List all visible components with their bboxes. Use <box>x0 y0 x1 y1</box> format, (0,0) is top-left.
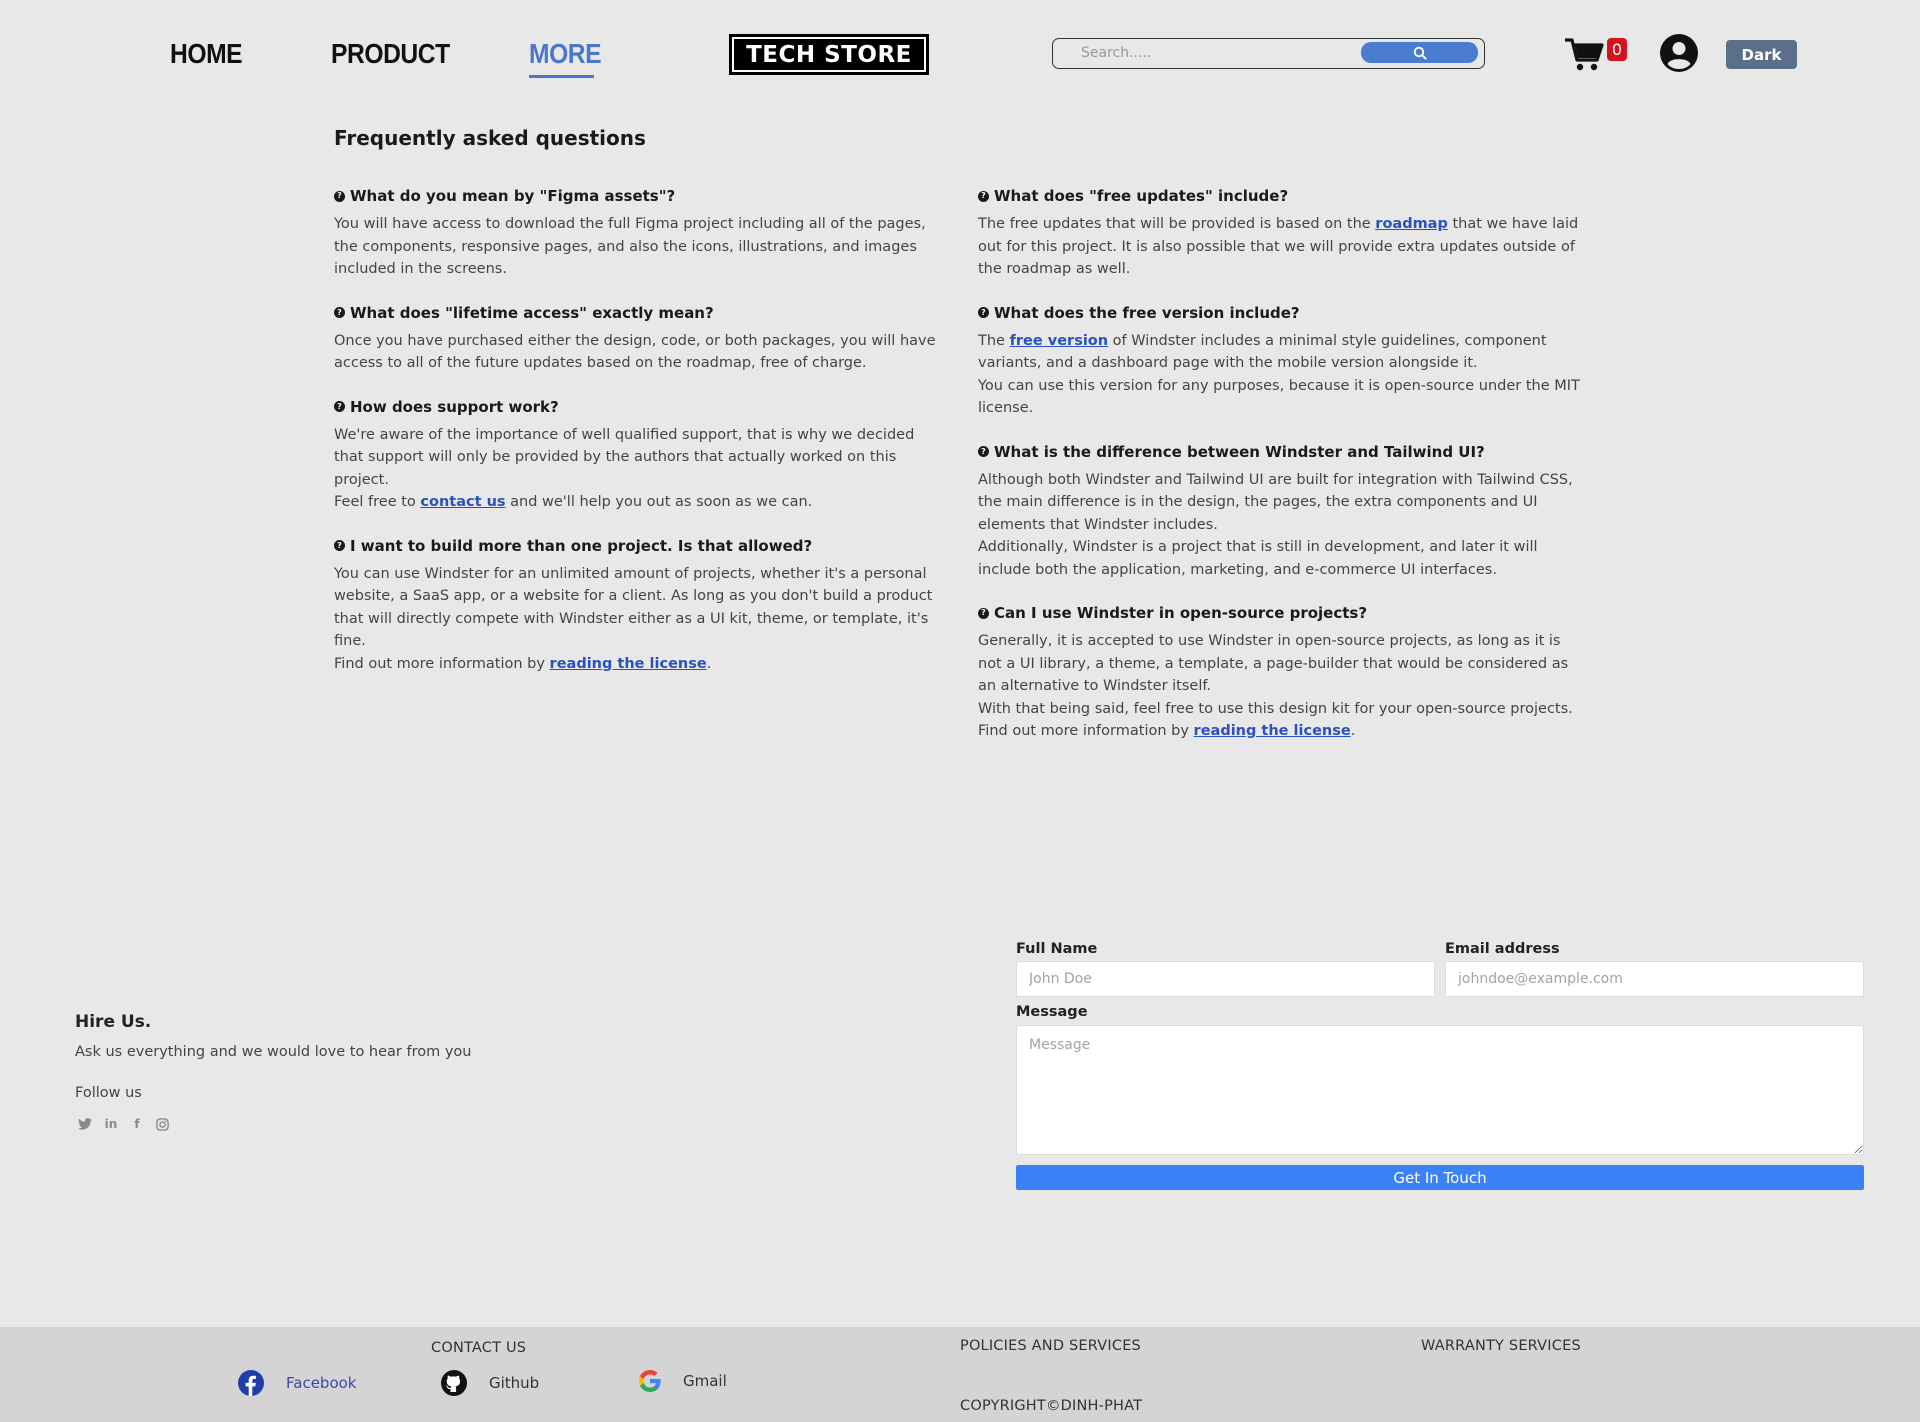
faq-question: What does the free version include? <box>994 303 1300 322</box>
hire-subtitle: Ask us everything and we would love to h… <box>75 1044 472 1060</box>
faq-question: I want to build more than one project. I… <box>350 536 813 555</box>
gmail-label: Gmail <box>683 1372 727 1390</box>
search-button[interactable] <box>1361 42 1478 63</box>
cart-icon[interactable] <box>1564 36 1604 72</box>
instagram-icon[interactable] <box>156 1117 169 1131</box>
policies-link[interactable]: POLICIES AND SERVICES <box>960 1338 1141 1354</box>
facebook-link[interactable]: Facebook <box>238 1370 356 1396</box>
question-icon: ? <box>978 446 989 457</box>
email-input[interactable] <box>1445 961 1864 997</box>
faq-item: ? What does "lifetime access" exactly mea… <box>334 303 939 375</box>
license-link[interactable]: reading the license <box>550 656 707 672</box>
message-textarea[interactable] <box>1016 1025 1864 1155</box>
github-label: Github <box>489 1374 540 1392</box>
question-icon: ? <box>978 307 989 318</box>
email-label: Email address <box>1445 941 1560 957</box>
faq-answer: With that being said, feel free to use t… <box>978 700 1573 717</box>
faq-question: What do you mean by "Figma assets"? <box>350 187 676 205</box>
footer: CONTACT US Facebook Github Gmail POLICIE… <box>0 1327 1920 1422</box>
faq-item: ? What do you mean by "Figma assets"? You… <box>334 186 939 281</box>
faq-answer: You can use Windster for an unlimited am… <box>334 565 933 650</box>
follow-us-label: Follow us <box>75 1085 142 1101</box>
get-in-touch-button[interactable]: Get In Touch <box>1016 1165 1864 1190</box>
faq-answer: Once you have purchased either the desig… <box>334 332 936 372</box>
question-icon: ? <box>334 307 345 318</box>
faq-question: What does "free updates" include? <box>994 187 1289 205</box>
faq-item: ? I want to build more than one project. … <box>334 536 939 676</box>
faq-column-right: ? What does "free updates" include? The f… <box>978 186 1583 765</box>
faq-answer: The free updates that will be provided i… <box>978 216 1579 277</box>
theme-toggle-button[interactable]: Dark <box>1726 40 1797 69</box>
question-icon: ? <box>334 540 345 551</box>
roadmap-link[interactable]: roadmap <box>1375 216 1448 232</box>
hire-title: Hire Us. <box>75 1012 152 1032</box>
social-links: in f <box>78 1117 169 1131</box>
search-bar <box>1052 38 1485 69</box>
faq-title: Frequently asked questions <box>334 126 646 150</box>
faq-answer: You can use this version for any purpose… <box>978 377 1580 417</box>
faq-question: Can I use Windster in open-source projec… <box>994 604 1368 622</box>
facebook-label: Facebook <box>286 1374 357 1392</box>
faq-item: ? Can I use Windster in open-source proje… <box>978 603 1583 743</box>
faq-answer: You will have access to download the ful… <box>334 216 926 277</box>
linkedin-icon[interactable]: in <box>104 1117 118 1131</box>
facebook-icon <box>238 1370 264 1396</box>
search-icon <box>1413 46 1427 60</box>
nav-home[interactable]: HOME <box>170 38 243 70</box>
nav-more[interactable]: MORE <box>529 38 602 70</box>
faq-question: What does "lifetime access" exactly mean… <box>350 303 714 322</box>
faq-question: What is the difference between Windster … <box>994 442 1485 461</box>
facebook-icon[interactable]: f <box>130 1117 144 1131</box>
question-icon: ? <box>978 190 989 202</box>
faq-answer: Generally, it is accepted to use Windste… <box>978 633 1569 694</box>
github-icon <box>441 1370 467 1396</box>
license-link[interactable]: reading the license <box>1194 723 1351 739</box>
warranty-link[interactable]: WARRANTY SERVICES <box>1421 1338 1581 1354</box>
copyright-text: COPYRIGHT©DINH-PHAT <box>960 1398 1143 1414</box>
twitter-icon[interactable] <box>78 1118 92 1130</box>
header: HOME PRODUCT MORE TECH STORE 0 Dark <box>0 0 1920 108</box>
github-link[interactable]: Github <box>441 1370 539 1396</box>
faq-answer: Find out more information by reading the… <box>334 655 712 672</box>
faq-column-left: ? What do you mean by "Figma assets"? You… <box>334 186 939 697</box>
nav-product[interactable]: PRODUCT <box>331 38 450 70</box>
faq-item: ? What does the free version include? The… <box>978 303 1583 420</box>
faq-answer: Although both Windster and Tailwind UI a… <box>978 471 1573 533</box>
google-icon <box>639 1370 661 1392</box>
faq-answer: We're aware of the importance of well qu… <box>334 426 915 488</box>
logo-text: TECH STORE <box>734 39 924 70</box>
contact-us-link[interactable]: contact us <box>420 494 505 510</box>
cart-count-badge: 0 <box>1607 38 1627 61</box>
faq-answer: The free version of Windster includes a … <box>978 332 1547 372</box>
logo[interactable]: TECH STORE <box>729 34 929 75</box>
faq-item: ? How does support work? We're aware of t… <box>334 397 939 514</box>
question-icon: ? <box>978 607 989 619</box>
question-icon: ? <box>334 401 345 412</box>
faq-item: ? What is the difference between Windster… <box>978 442 1583 582</box>
full-name-label: Full Name <box>1016 941 1098 957</box>
user-circle-icon[interactable] <box>1660 34 1698 72</box>
contact-us-heading: CONTACT US <box>431 1340 527 1356</box>
full-name-input[interactable] <box>1016 961 1435 997</box>
search-input[interactable] <box>1081 43 1371 63</box>
faq-answer: Find out more information by reading the… <box>978 723 1356 739</box>
gmail-link[interactable]: Gmail <box>639 1370 727 1392</box>
faq-question: How does support work? <box>350 397 559 416</box>
faq-item: ? What does "free updates" include? The f… <box>978 186 1583 281</box>
question-icon: ? <box>334 190 345 202</box>
message-label: Message <box>1016 1004 1088 1020</box>
free-version-link[interactable]: free version <box>1010 333 1109 349</box>
faq-answer: Additionally, Windster is a project that… <box>978 539 1538 578</box>
faq-answer: Feel free to contact us and we'll help y… <box>334 494 813 510</box>
active-nav-underline <box>529 75 594 78</box>
